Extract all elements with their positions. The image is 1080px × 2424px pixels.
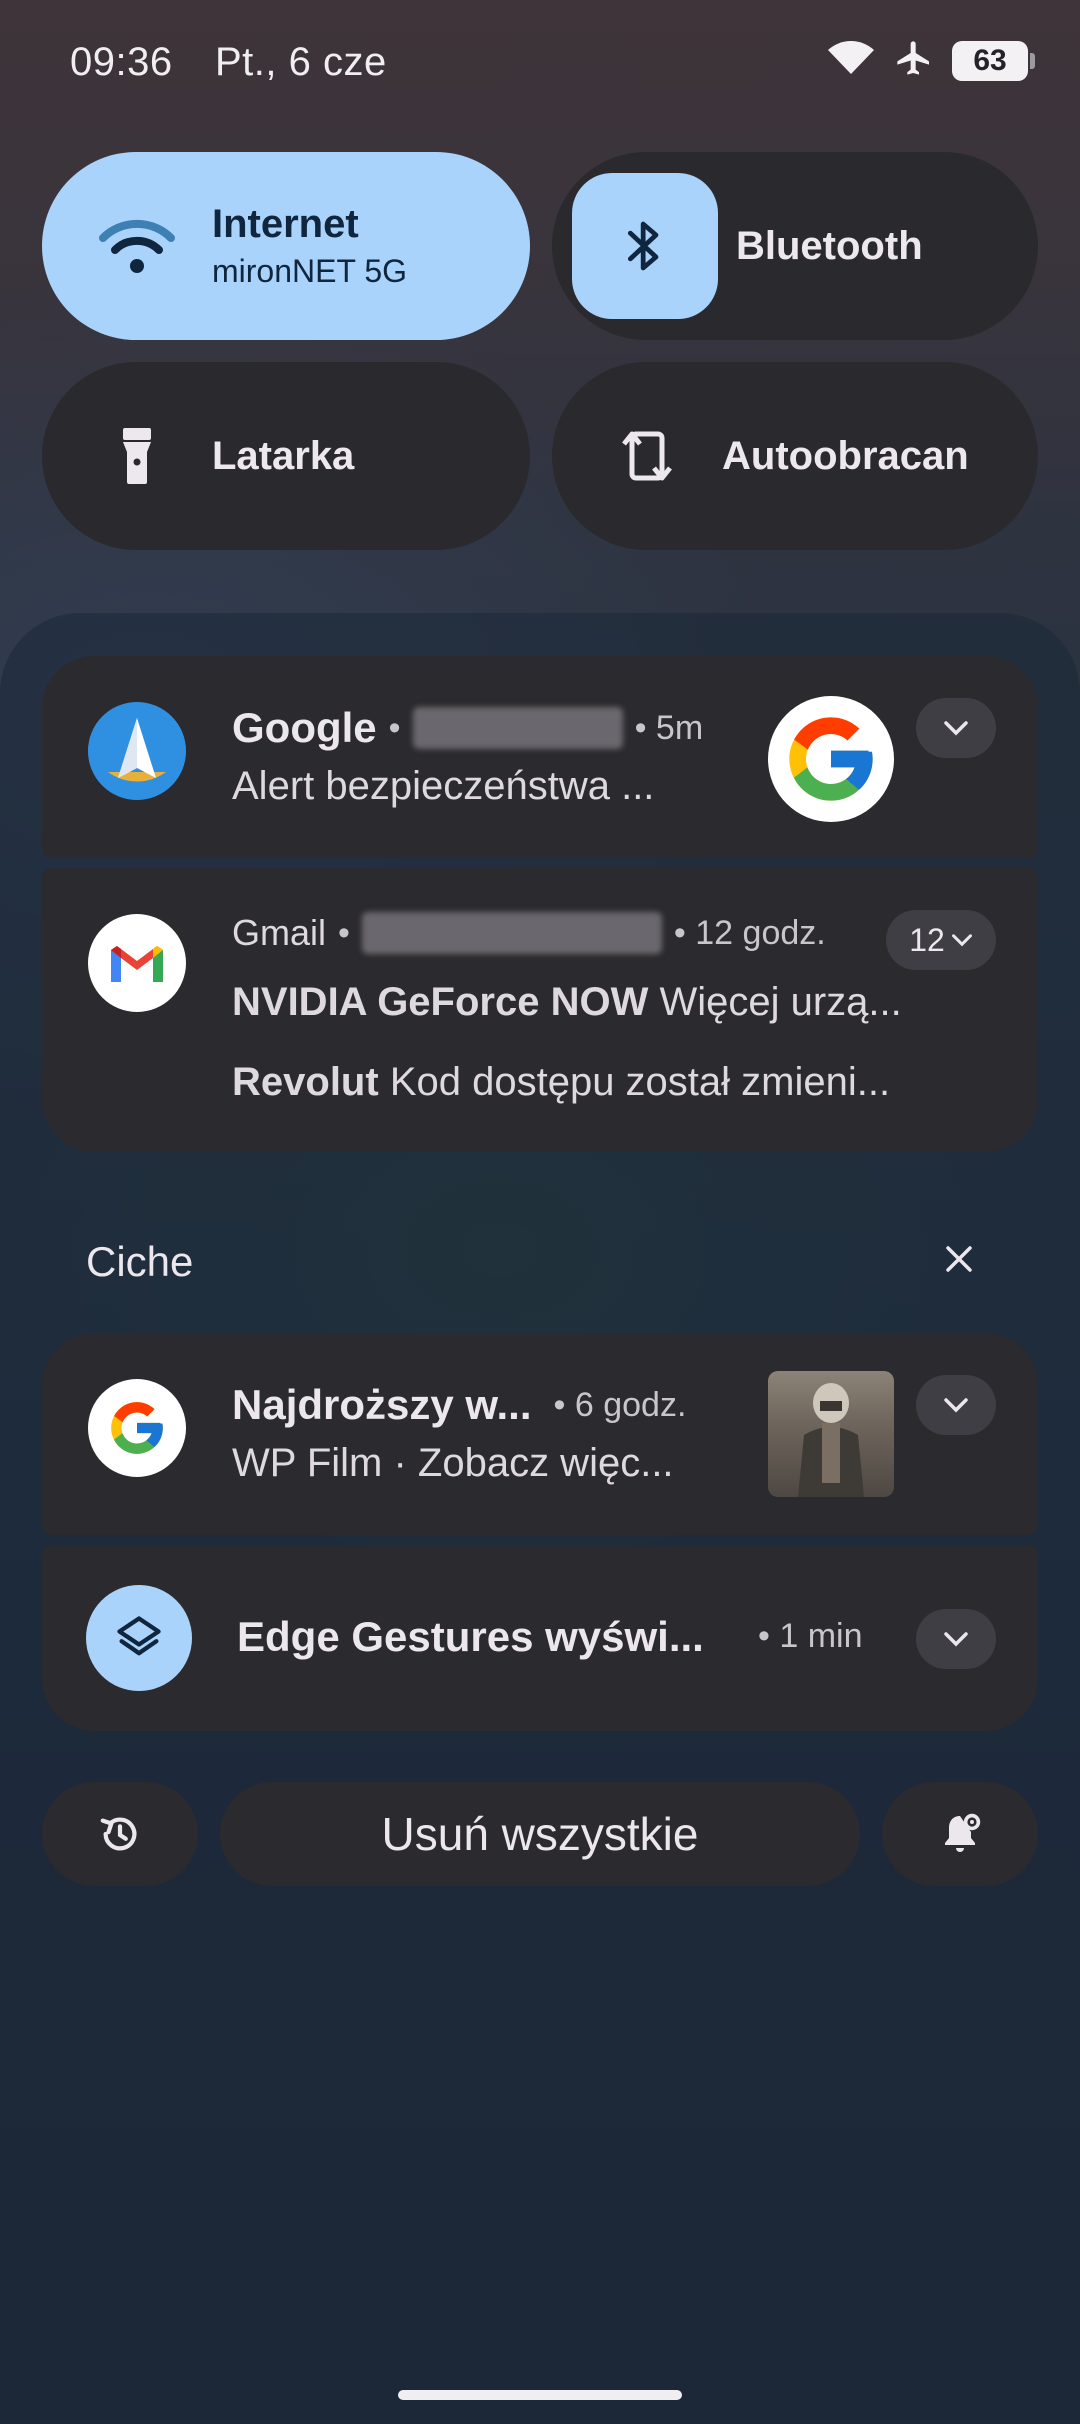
send-arrow-icon xyxy=(88,702,186,800)
tile-flashlight-title: Latarka xyxy=(212,433,355,478)
google-logo-icon xyxy=(768,696,894,822)
wifi-icon xyxy=(42,216,232,276)
close-icon xyxy=(946,1246,972,1272)
notification-title: Najdroższy w... xyxy=(232,1381,532,1428)
status-icons: 63 xyxy=(826,38,1035,83)
notification-settings-icon xyxy=(945,1813,981,1852)
redacted-account xyxy=(361,912,662,954)
notification-history-button[interactable] xyxy=(42,1782,198,1886)
gmail-line-2-text: Kod dostępu został zmieni... xyxy=(389,1060,891,1104)
status-time: 09:36 xyxy=(70,40,173,84)
tile-bluetooth[interactable]: Bluetooth xyxy=(552,152,1038,340)
tile-internet-title: Internet xyxy=(212,202,359,246)
expand-button[interactable] xyxy=(916,1609,996,1669)
notification-text: Alert bezpieczeństwa ... xyxy=(232,764,655,808)
google-g-icon xyxy=(88,1379,186,1477)
movie-thumbnail xyxy=(768,1371,894,1497)
tile-flashlight[interactable]: Latarka xyxy=(42,362,530,550)
notification-silent-1[interactable]: Najdroższy w... • 6 godz. WP Film · Zoba… xyxy=(42,1333,1038,1535)
clear-silent-button[interactable] xyxy=(944,1244,974,1279)
notification-app-name: Gmail xyxy=(232,912,327,953)
expand-count-button[interactable]: 12 xyxy=(886,910,996,970)
notification-app-name: Google xyxy=(232,704,377,751)
tile-bluetooth-title: Bluetooth xyxy=(736,223,923,268)
notification-time: • 12 godz. xyxy=(673,913,826,952)
notification-time: • 1 min xyxy=(758,1617,863,1655)
redacted-account xyxy=(412,707,623,749)
section-label-silent: Ciche xyxy=(86,1238,194,1285)
notification-text: WP Film · Zobacz więc... xyxy=(232,1441,674,1485)
chevron-down-icon xyxy=(944,1632,968,1647)
gmail-line-2-sender: Revolut xyxy=(232,1060,379,1104)
tile-autorotate[interactable]: Autoobracan xyxy=(552,362,1038,550)
clear-all-button[interactable]: Usuń wszystkie xyxy=(220,1782,860,1886)
gmail-line-1-sender: NVIDIA GeForce NOW xyxy=(232,980,649,1024)
notification-title: Edge Gestures wyświ... xyxy=(237,1613,704,1660)
notification-time: • 6 godz. xyxy=(553,1385,687,1424)
flashlight-icon xyxy=(42,426,232,486)
notification-count: 12 xyxy=(909,921,945,958)
gmail-line-1: NVIDIA GeForce NOW Więcej urzą... xyxy=(232,980,1022,1025)
airplane-icon xyxy=(894,38,934,83)
gmail-line-2: Revolut Kod dostępu został zmieni... xyxy=(232,1060,1022,1105)
chevron-down-icon xyxy=(951,934,972,947)
tile-internet-subtitle: mironNET 5G xyxy=(212,253,408,289)
battery-level: 63 xyxy=(952,40,1028,81)
expand-button[interactable] xyxy=(916,698,996,758)
chevron-down-icon xyxy=(944,721,968,736)
layers-icon xyxy=(86,1585,192,1691)
gmail-icon xyxy=(88,914,186,1012)
chevron-down-icon xyxy=(944,1398,968,1413)
notification-settings-button[interactable] xyxy=(882,1782,1038,1886)
autorotate-icon xyxy=(552,424,742,488)
notification-gmail[interactable]: Gmail • • 12 godz. NVIDIA GeForce NOW Wi… xyxy=(42,868,1038,1152)
tile-internet[interactable]: Internet mironNET 5G xyxy=(42,152,530,340)
wifi-icon xyxy=(826,38,876,83)
home-indicator[interactable] xyxy=(398,2390,682,2400)
notification-time: • 5m xyxy=(634,708,704,747)
status-date: Pt., 6 cze xyxy=(215,40,387,84)
tile-autorotate-title: Autoobracan xyxy=(722,433,969,478)
gmail-line-1-text: Więcej urzą... xyxy=(659,980,902,1024)
notification-silent-2[interactable]: Edge Gestures wyświ... • 1 min xyxy=(42,1545,1038,1731)
notification-google[interactable]: Google • • 5m Alert bezpieczeństwa ... xyxy=(42,656,1038,858)
expand-button[interactable] xyxy=(916,1375,996,1435)
battery-icon: 63 xyxy=(952,40,1035,81)
history-icon xyxy=(100,1817,137,1851)
bluetooth-icon xyxy=(572,173,718,319)
